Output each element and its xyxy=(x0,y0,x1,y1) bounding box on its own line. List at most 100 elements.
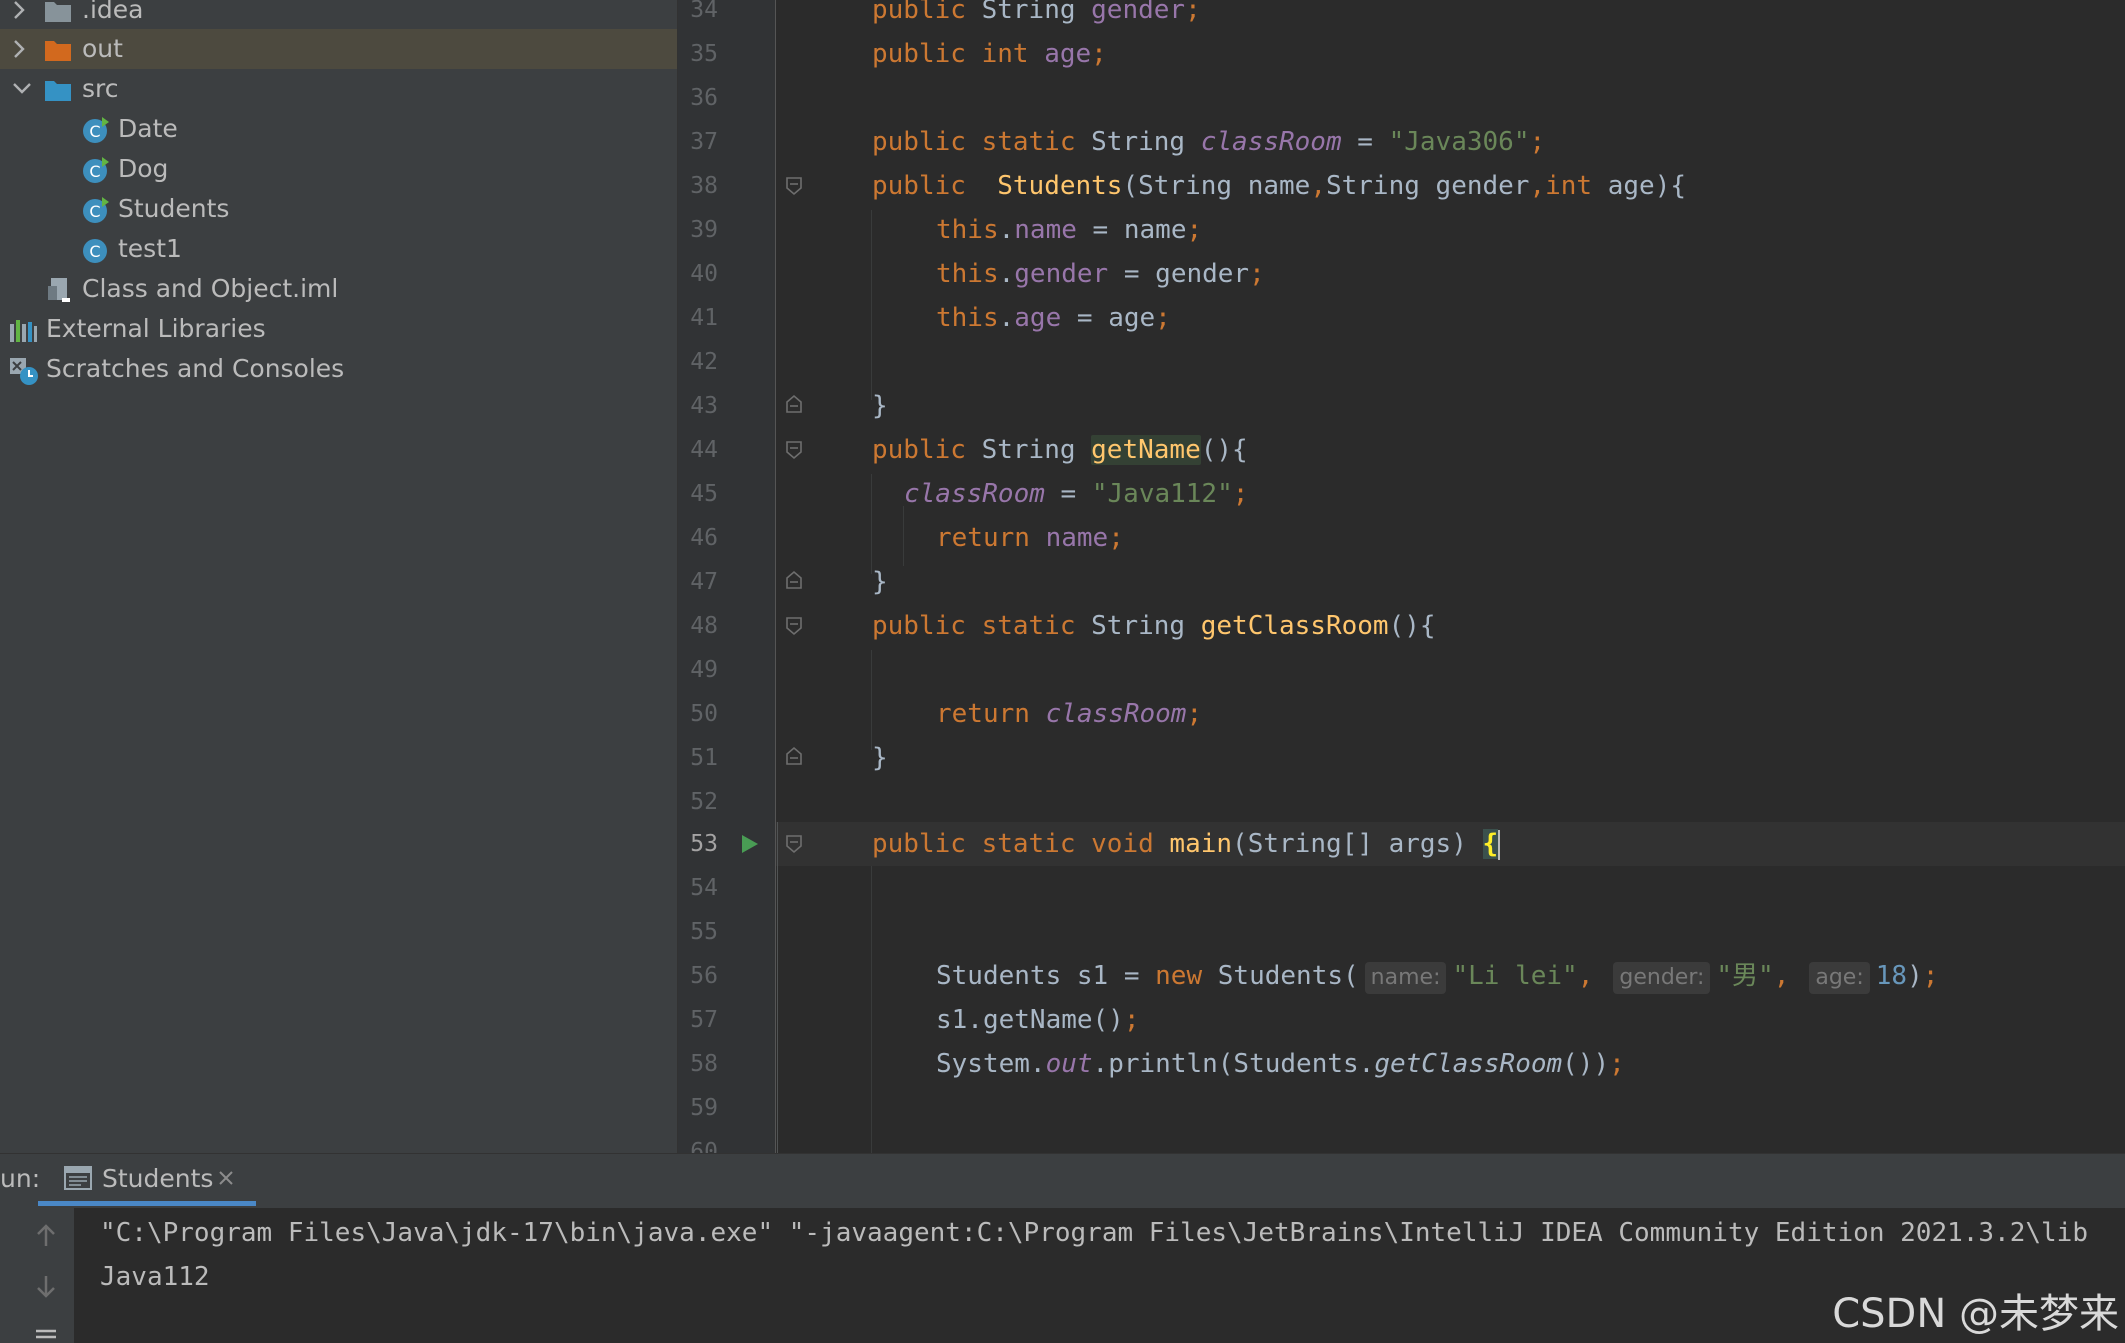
fold-close-icon[interactable] xyxy=(785,570,803,590)
code-line-56[interactable]: Students s1 = new Students(name: "Li lei"… xyxy=(936,954,1938,998)
soft-wrap-icon[interactable] xyxy=(34,1328,58,1343)
token: ; xyxy=(1232,479,1249,509)
code-line-44[interactable]: public String getName(){ xyxy=(872,428,1248,472)
parameter-hint: name: xyxy=(1364,962,1447,994)
fold-open-icon[interactable] xyxy=(785,834,803,854)
tree-item-test1[interactable]: C test1 xyxy=(0,229,677,269)
java-class-icon: C xyxy=(82,116,110,144)
token: int xyxy=(1545,171,1608,201)
tree-item-out[interactable]: out xyxy=(0,29,677,69)
code-line-58[interactable]: System.out.println(Students.getClassRoom… xyxy=(936,1042,1625,1086)
code-line-39[interactable]: this.name = name; xyxy=(936,208,1202,252)
gutter-divider xyxy=(775,0,776,1153)
line-number: 45 xyxy=(690,481,718,507)
arrow-down-icon[interactable] xyxy=(34,1274,58,1302)
code-line-50[interactable]: return classRoom; xyxy=(936,692,1202,736)
code-line-57[interactable]: s1.getName(); xyxy=(936,998,1140,1042)
line-number: 54 xyxy=(690,875,718,901)
code-line-38[interactable]: public Students(String name,String gende… xyxy=(872,164,1686,208)
token: = gender xyxy=(1108,259,1250,289)
excluded-folder-icon xyxy=(44,36,72,64)
svg-text:C: C xyxy=(89,162,100,181)
line-number: 41 xyxy=(690,305,718,331)
token: "Java306" xyxy=(1388,127,1530,157)
line-number: 49 xyxy=(690,657,718,683)
token: s1.getName() xyxy=(936,1005,1124,1035)
run-console[interactable]: "C:\Program Files\Java\jdk-17\bin\java.e… xyxy=(0,1208,2125,1343)
token: . xyxy=(998,303,1015,333)
token: ; xyxy=(1609,1049,1625,1079)
tree-item-idea[interactable]: .idea xyxy=(0,0,677,30)
line-number: 50 xyxy=(690,701,718,727)
svg-text:C: C xyxy=(89,242,100,261)
code-line-46[interactable]: return name; xyxy=(936,516,1124,560)
line-number: 39 xyxy=(690,217,718,243)
tree-item-scratches[interactable]: Scratches and Consoles xyxy=(0,349,677,389)
code-line-34[interactable]: public String gender; xyxy=(872,0,1201,32)
code-line-40[interactable]: this.gender = gender; xyxy=(936,252,1265,296)
code-line-37[interactable]: public static String classRoom = "Java30… xyxy=(872,120,1545,164)
code-editor[interactable]: 34 35 36 37 38 39 40 41 42 43 44 45 46 4… xyxy=(678,0,2125,1153)
token: (String[] args) xyxy=(1232,829,1483,859)
token: = xyxy=(1044,479,1092,509)
token: int xyxy=(981,39,1045,69)
tree-item-date[interactable]: C Date xyxy=(0,109,677,149)
run-tab-label: Students xyxy=(102,1164,214,1193)
fold-open-icon[interactable] xyxy=(785,176,803,196)
chevron-right-icon[interactable] xyxy=(6,0,34,30)
token: , xyxy=(1310,171,1326,201)
chevron-right-icon[interactable] xyxy=(6,29,34,69)
tree-item-students[interactable]: C Students xyxy=(0,189,677,229)
code-line-47[interactable]: } xyxy=(872,560,888,604)
token: = age xyxy=(1061,303,1156,333)
indent-guide xyxy=(871,866,872,1153)
run-tab-students[interactable]: Students xyxy=(38,1154,256,1206)
code-line-45[interactable]: classRoom = "Java112"; xyxy=(904,472,1248,516)
tree-item-dog[interactable]: C Dog xyxy=(0,149,677,189)
code-line-48[interactable]: public static String getClassRoom(){ xyxy=(872,604,1436,648)
line-number: 55 xyxy=(690,919,718,945)
tree-item-external-libraries[interactable]: External Libraries xyxy=(0,309,677,349)
token: , xyxy=(1529,171,1546,201)
code-line-53[interactable]: public static void main(String[] args) { xyxy=(872,822,1501,866)
tree-item-label: test1 xyxy=(118,234,182,263)
fold-open-icon[interactable] xyxy=(785,616,803,636)
fold-close-icon[interactable] xyxy=(785,394,803,414)
parameter-hint: gender: xyxy=(1613,962,1711,994)
source-folder-icon xyxy=(44,76,72,104)
token: 18 xyxy=(1875,961,1908,991)
token: public xyxy=(872,39,982,69)
token: = xyxy=(1341,127,1389,157)
token: ; xyxy=(1186,215,1203,245)
fold-close-icon[interactable] xyxy=(785,746,803,766)
parameter-hint: age: xyxy=(1809,962,1870,994)
token: classRoom xyxy=(1200,127,1342,157)
token: (String name xyxy=(1122,171,1311,201)
code-line-51[interactable]: } xyxy=(872,736,888,780)
tree-item-label: .idea xyxy=(82,0,144,24)
code-line-43[interactable]: } xyxy=(872,384,888,428)
chevron-down-icon[interactable] xyxy=(6,69,34,109)
token: public xyxy=(872,435,982,465)
project-tree: .idea out src C Date C Dog C Students C … xyxy=(0,0,678,1153)
arrow-up-icon[interactable] xyxy=(34,1222,58,1250)
console-toolbar xyxy=(0,1208,74,1343)
token: ; xyxy=(1185,0,1201,25)
token: Students xyxy=(997,171,1123,201)
token: this xyxy=(936,215,999,245)
line-number: 43 xyxy=(690,393,718,419)
tree-item-src[interactable]: src xyxy=(0,69,677,109)
code-line-35[interactable]: public int age; xyxy=(872,32,1107,76)
scratches-icon xyxy=(9,356,38,385)
code-line-41[interactable]: this.age = age; xyxy=(936,296,1171,340)
scope-guide xyxy=(777,822,778,1153)
line-number: 35 xyxy=(690,41,718,67)
token: (){ xyxy=(1388,611,1436,641)
token: . xyxy=(998,215,1015,245)
token: out xyxy=(1045,1049,1093,1079)
tree-item-iml[interactable]: Class and Object.iml xyxy=(0,269,677,309)
run-main-icon[interactable] xyxy=(739,833,761,855)
fold-open-icon[interactable] xyxy=(785,440,803,460)
close-icon[interactable] xyxy=(216,1168,236,1188)
watermark: CSDN @未梦来 xyxy=(1832,1291,2119,1337)
